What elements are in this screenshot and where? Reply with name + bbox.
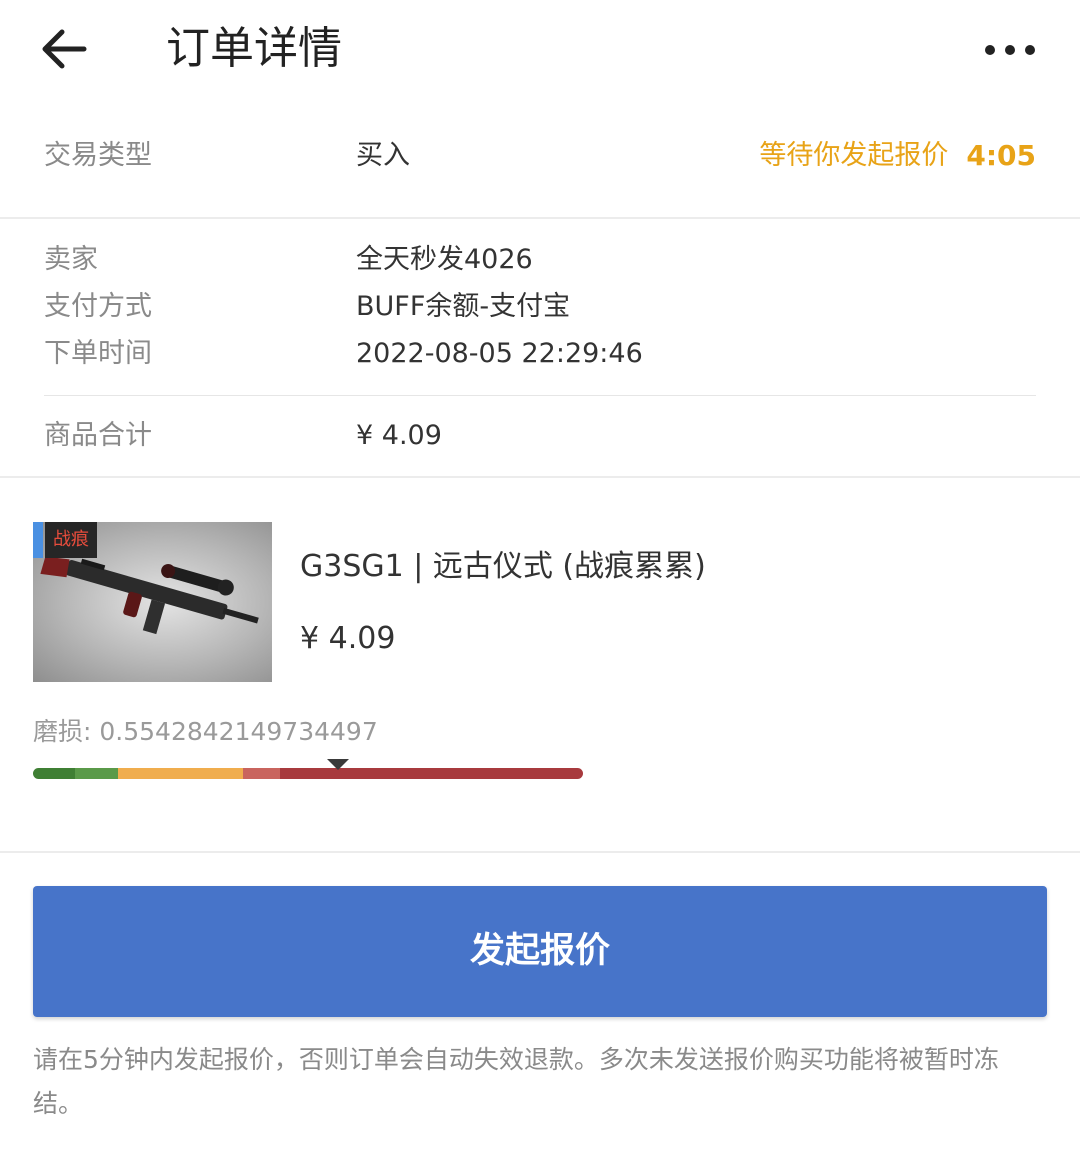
payment-value: BUFF余额-支付宝 (356, 291, 571, 322)
divider (0, 476, 1080, 478)
seller-label: 卖家 (44, 244, 98, 275)
payment-label: 支付方式 (44, 291, 152, 322)
seller-value: 全天秒发4026 (356, 244, 533, 275)
wear-marker (326, 759, 349, 770)
divider (0, 217, 1080, 219)
divider (0, 851, 1080, 853)
more-horizontal-icon[interactable] (984, 40, 1036, 60)
wear-segment-mw (75, 768, 118, 779)
wear-segment-ww (243, 768, 280, 779)
total-label: 商品合计 (44, 420, 152, 451)
exterior-tag: 战痕 (45, 522, 97, 558)
item-name[interactable]: G3SG1 | 远古仪式 (战痕累累) (300, 545, 706, 589)
trade-type-value: 买入 (356, 140, 410, 171)
wear-segment-fn (33, 768, 75, 779)
item-price: ¥ 4.09 (300, 621, 396, 656)
divider (44, 395, 1036, 396)
total-value: ¥ 4.09 (356, 420, 442, 451)
order-status: 等待你发起报价 4:05 (759, 136, 1036, 176)
page-title: 订单详情 (166, 23, 342, 74)
order-time-value: 2022-08-05 22:29:46 (356, 338, 643, 369)
wear-text: 磨损: 0.5542842149734497 (33, 714, 378, 750)
offer-notice: 请在5分钟内发起报价，否则订单会自动失效退款。多次未发送报价购买功能将被暂时冻结… (33, 1045, 999, 1118)
countdown-timer: 4:05 (966, 139, 1036, 172)
wear-bar (33, 768, 583, 779)
arrow-left-icon[interactable] (38, 22, 92, 76)
wear-value: 0.5542842149734497 (99, 717, 378, 746)
send-offer-button[interactable]: 发起报价 (33, 886, 1047, 1017)
status-text: 等待你发起报价 (759, 140, 949, 171)
quality-strip (33, 522, 43, 558)
wear-segment-bs (280, 768, 583, 779)
wear-label: 磨损: (33, 717, 92, 746)
order-time-label: 下单时间 (44, 338, 152, 369)
trade-type-label: 交易类型 (44, 140, 152, 171)
wear-segment-ft (118, 768, 243, 779)
